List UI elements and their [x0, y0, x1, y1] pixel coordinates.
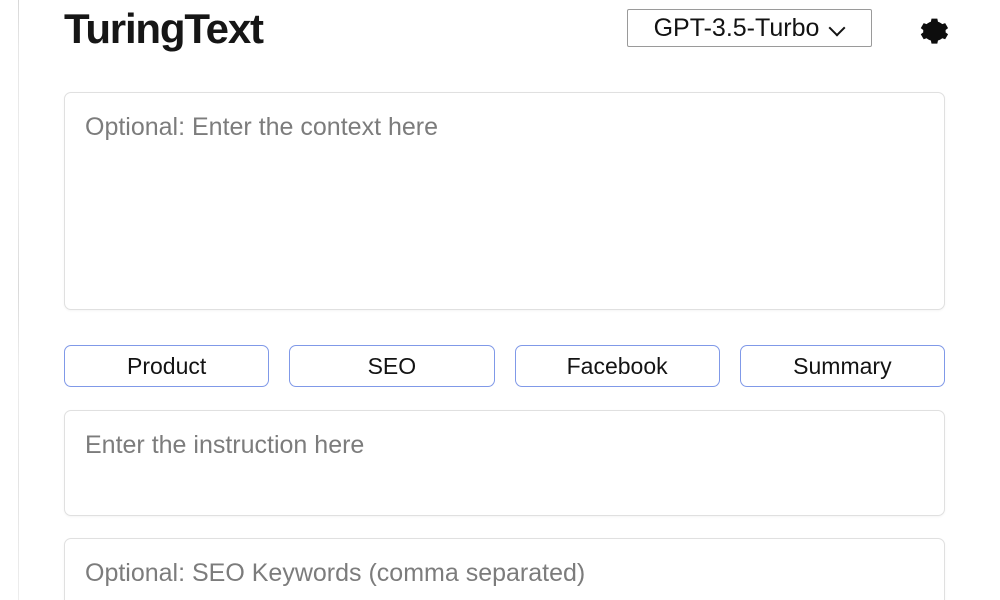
model-select[interactable]: GPT-3.5-Turbo	[627, 9, 872, 47]
page-title: TuringText	[64, 5, 264, 52]
preset-button-product[interactable]: Product	[64, 345, 270, 387]
chevron-down-icon	[829, 20, 845, 36]
app-window: TuringText GPT-3.5-Turbo Optional: Enter…	[0, 0, 1000, 600]
seo-keywords-textarea-placeholder: Optional: SEO Keywords (comma separated)	[85, 559, 586, 587]
preset-button-seo[interactable]: SEO	[289, 345, 495, 387]
instruction-textarea[interactable]: Enter the instruction here	[64, 410, 945, 516]
preset-button-facebook[interactable]: Facebook	[514, 345, 720, 387]
preset-button-row: Product SEO Facebook Summary	[64, 345, 945, 387]
seo-keywords-textarea[interactable]: Optional: SEO Keywords (comma separated)	[64, 538, 945, 600]
context-textarea[interactable]: Optional: Enter the context here	[64, 92, 945, 310]
gear-icon	[916, 12, 952, 48]
app-header: TuringText GPT-3.5-Turbo	[19, 0, 1000, 72]
app-content: TuringText GPT-3.5-Turbo Optional: Enter…	[19, 0, 1000, 600]
settings-button[interactable]	[912, 8, 956, 52]
preset-button-summary[interactable]: Summary	[739, 345, 945, 387]
instruction-textarea-placeholder: Enter the instruction here	[85, 431, 365, 459]
context-textarea-placeholder: Optional: Enter the context here	[85, 113, 438, 141]
model-select-value: GPT-3.5-Turbo	[653, 14, 820, 42]
